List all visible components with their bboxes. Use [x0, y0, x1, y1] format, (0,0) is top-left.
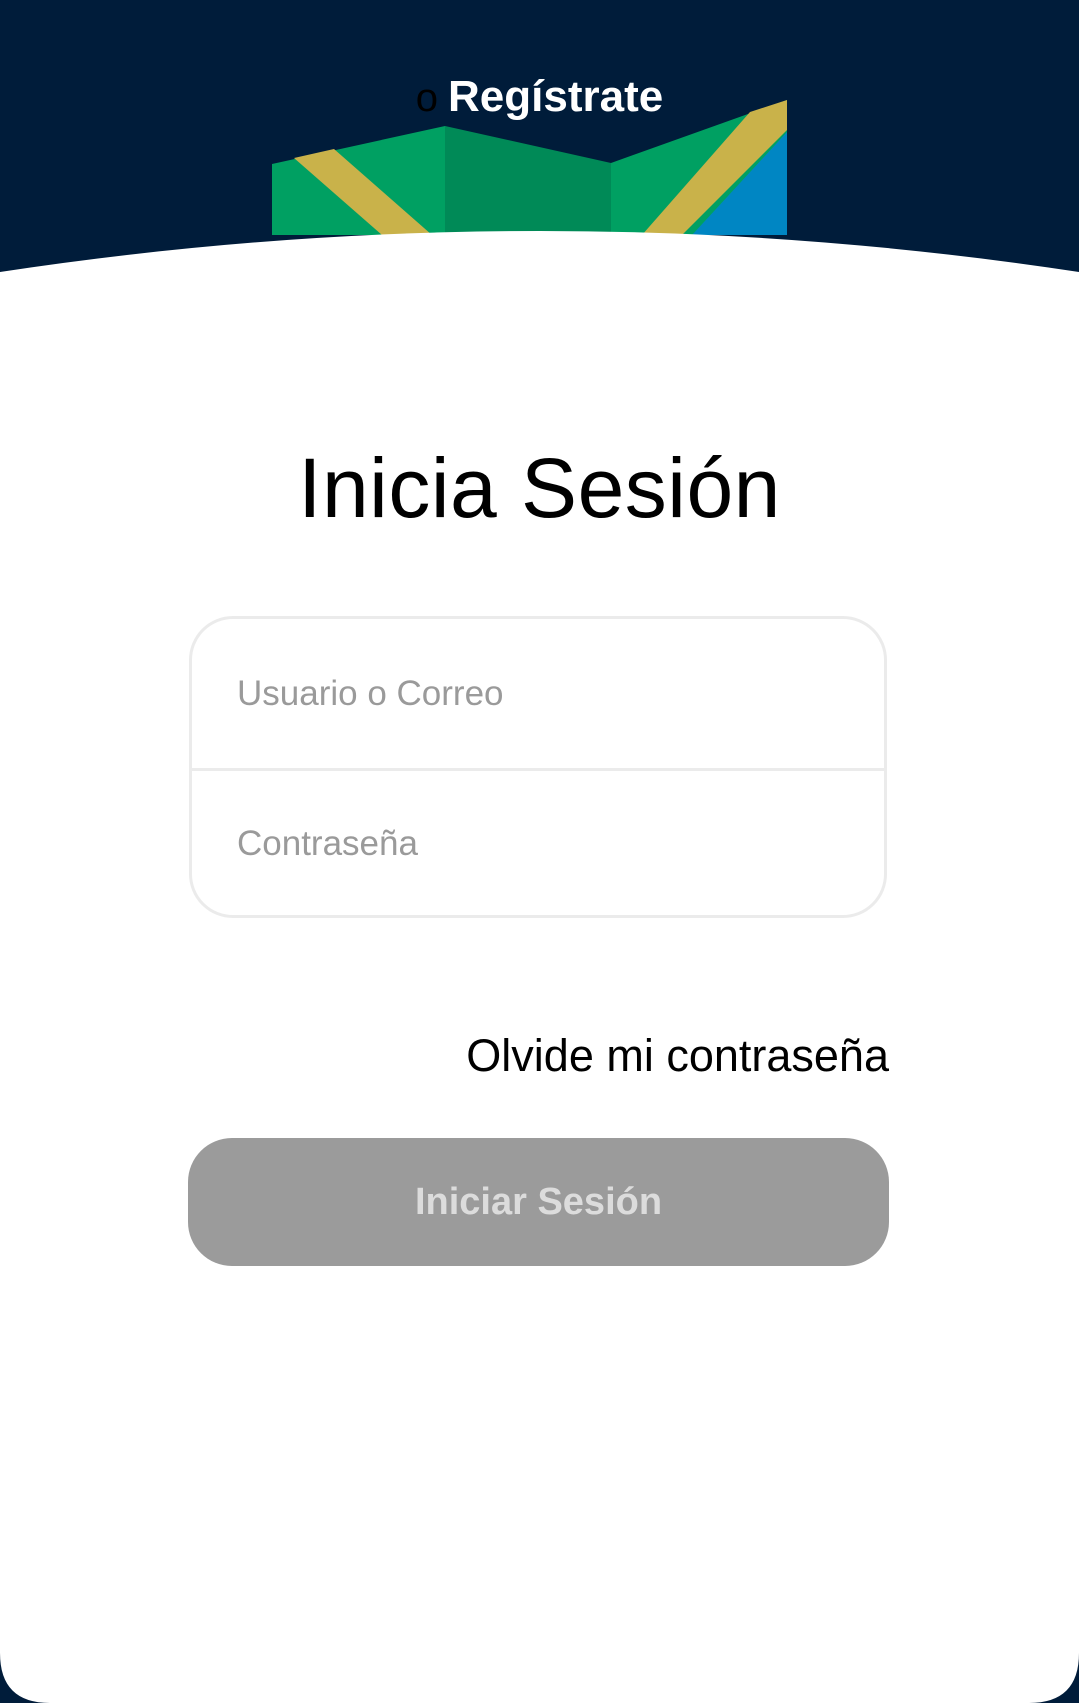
- page-title: Inicia Sesión: [298, 441, 781, 535]
- password-input[interactable]: [237, 824, 837, 864]
- username-input[interactable]: [237, 673, 837, 714]
- forgot-password-link[interactable]: Olvide mi contraseña: [466, 1030, 889, 1082]
- password-field-container: [192, 768, 884, 915]
- login-form: [189, 616, 887, 918]
- login-button[interactable]: Iniciar Sesión: [188, 1138, 889, 1266]
- username-field-container: [192, 619, 884, 768]
